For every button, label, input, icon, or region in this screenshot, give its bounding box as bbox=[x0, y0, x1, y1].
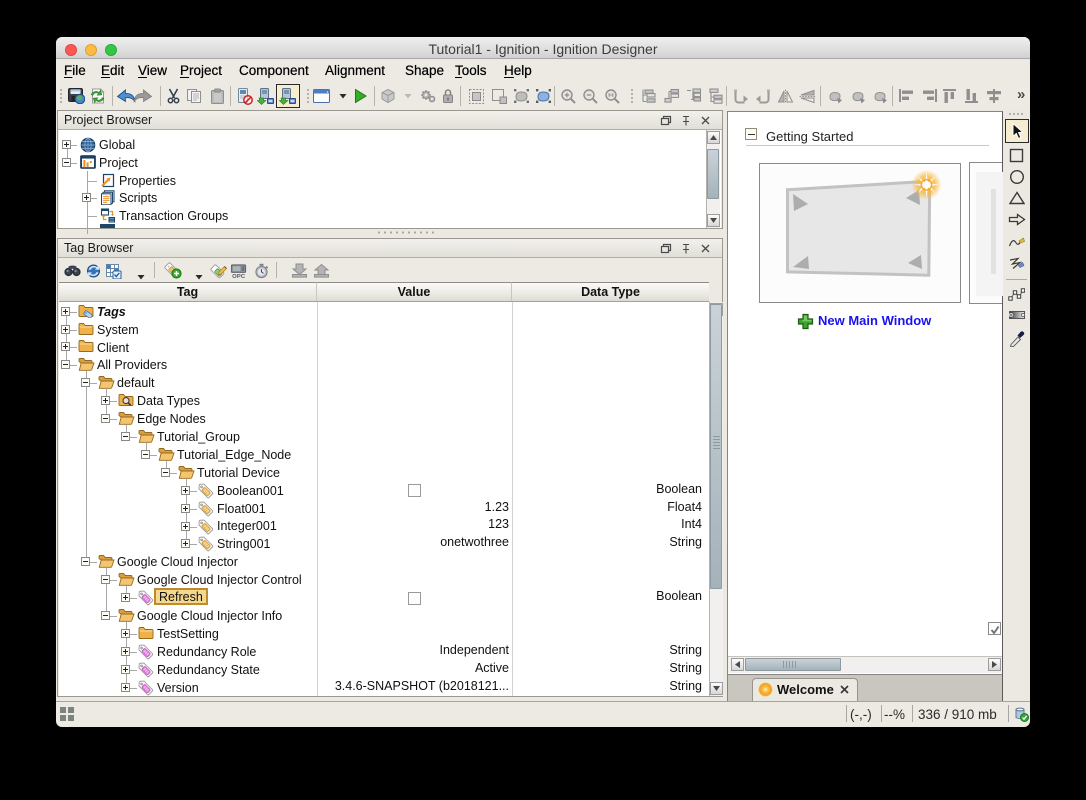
svg-text:OPC: OPC bbox=[232, 273, 246, 278]
